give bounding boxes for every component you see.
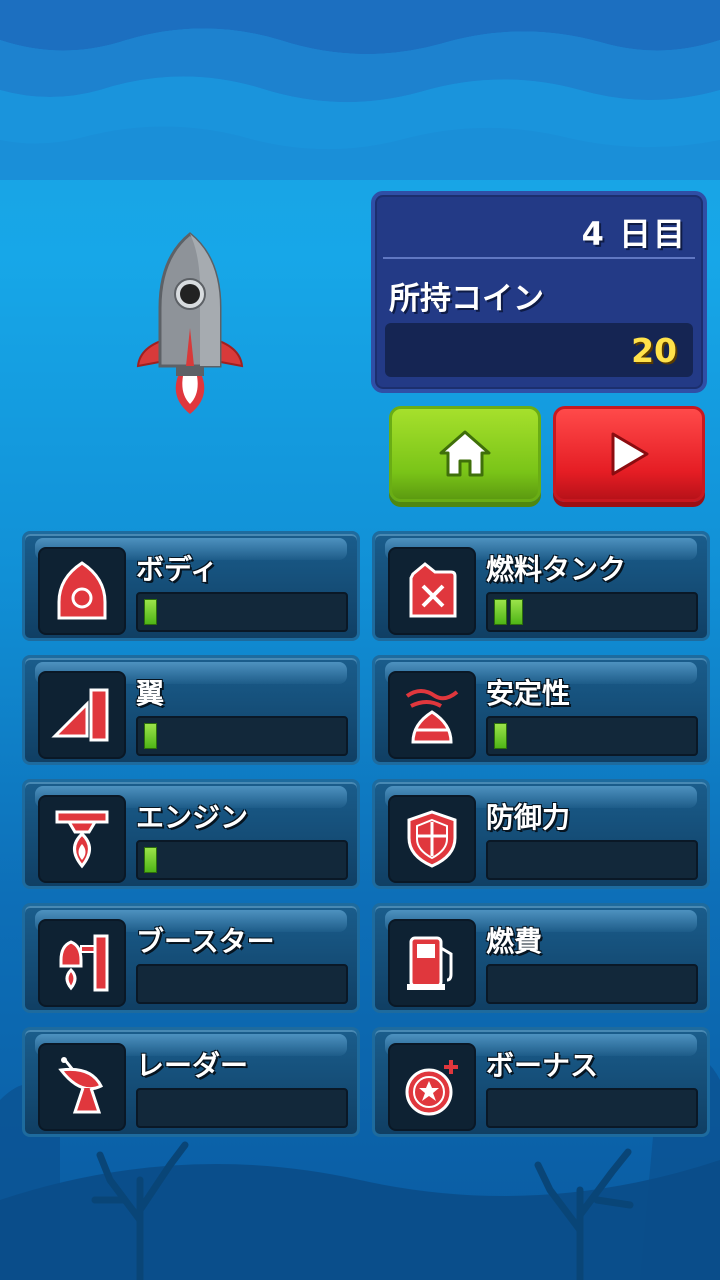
- rocket-body-icon: [57, 561, 107, 620]
- upgrade-label: ボディ: [136, 553, 219, 586]
- upgrade-card-body[interactable]: ボディ: [22, 531, 360, 641]
- coin-value: 20: [631, 331, 677, 370]
- upgrade-level-bar: [136, 840, 348, 880]
- upgrade-level-bar: [136, 964, 348, 1004]
- upgrade-level-bar: [136, 592, 348, 632]
- upgrade-card-booster[interactable]: ブースター: [22, 903, 360, 1013]
- home-button[interactable]: [389, 406, 541, 502]
- upgrade-card-wing[interactable]: 翼: [22, 655, 360, 765]
- wing-icon: [51, 688, 109, 742]
- stability-icon: [405, 689, 459, 744]
- day-counter: 4 日目: [581, 215, 687, 253]
- ocean-surface-waves: [0, 0, 720, 180]
- upgrade-label: ブースター: [136, 925, 275, 958]
- fuel-tank-icon: [409, 562, 457, 618]
- home-icon: [439, 430, 491, 477]
- upgrade-card-fuel-efficiency[interactable]: 燃費: [372, 903, 710, 1013]
- upgrade-label: 防御力: [486, 801, 571, 834]
- coin-display: 20: [385, 323, 693, 377]
- upgrade-level-bar: [136, 716, 348, 756]
- upgrade-level-bar: [486, 840, 698, 880]
- engine-icon: [55, 810, 109, 869]
- upgrade-label: 燃費: [486, 925, 543, 958]
- upgrade-level-bar: [486, 964, 698, 1004]
- booster-icon: [59, 934, 109, 992]
- radar-icon: [58, 1057, 104, 1114]
- upgrade-level-bar: [486, 716, 698, 756]
- bonus-coin-icon: [405, 1060, 458, 1116]
- rocket-illustration: [136, 232, 244, 414]
- upgrade-label: 安定性: [486, 677, 571, 710]
- level-segment: [510, 599, 523, 625]
- upgrade-label: 燃料タンク: [486, 553, 627, 586]
- coin-label: 所持コイン: [389, 281, 544, 317]
- level-segment: [494, 599, 507, 625]
- play-icon: [611, 432, 649, 476]
- upgrade-level-bar: [486, 1088, 698, 1128]
- upgrade-card-bonus[interactable]: ボーナス: [372, 1027, 710, 1137]
- level-segment: [494, 723, 507, 749]
- fuel-pump-icon: [407, 936, 453, 990]
- upgrade-label: 翼: [136, 677, 165, 710]
- upgrade-card-stability[interactable]: 安定性: [372, 655, 710, 765]
- upgrade-label: レーダー: [136, 1049, 249, 1082]
- level-segment: [144, 723, 157, 749]
- status-panel: 4 日目 所持コイン 20: [371, 191, 707, 393]
- upgrade-label: エンジン: [136, 801, 249, 834]
- shield-icon: [407, 810, 457, 868]
- panel-divider: [383, 257, 695, 259]
- level-segment: [144, 847, 157, 873]
- upgrade-card-fuel-tank[interactable]: 燃料タンク: [372, 531, 710, 641]
- upgrade-label: ボーナス: [486, 1049, 599, 1082]
- level-segment: [144, 599, 157, 625]
- upgrade-card-defense[interactable]: 防御力: [372, 779, 710, 889]
- play-button[interactable]: [553, 406, 705, 502]
- upgrade-level-bar: [136, 1088, 348, 1128]
- upgrade-card-engine[interactable]: エンジン: [22, 779, 360, 889]
- upgrade-level-bar: [486, 592, 698, 632]
- upgrade-card-radar[interactable]: レーダー: [22, 1027, 360, 1137]
